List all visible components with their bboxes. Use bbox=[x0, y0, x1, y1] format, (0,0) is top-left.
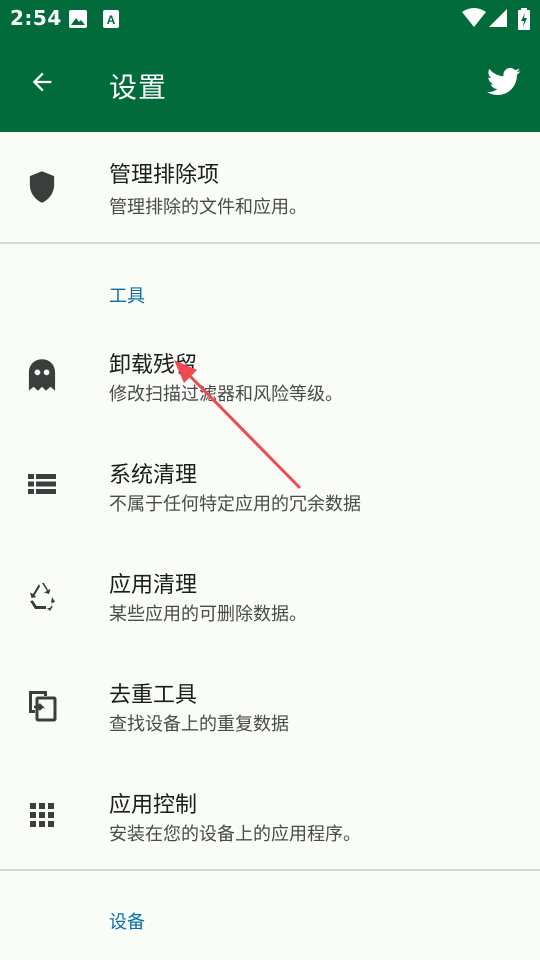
divider bbox=[0, 242, 540, 244]
settings-item-system-cleaner[interactable]: 系统清理 不属于任何特定应用的冗余数据 bbox=[0, 432, 540, 542]
section-header-device: 设备 bbox=[109, 912, 145, 933]
arrow-left-icon bbox=[28, 68, 56, 100]
settings-item-title: 卸载残留 bbox=[109, 353, 198, 378]
wifi-icon bbox=[462, 8, 486, 32]
settings-item-subtitle: 某些应用的可删除数据。 bbox=[109, 604, 307, 625]
settings-item-subtitle: 安装在您的设备上的应用程序。 bbox=[109, 824, 361, 845]
status-bar: 2:54 A bbox=[0, 0, 540, 36]
settings-item-title: 去重工具 bbox=[109, 683, 198, 708]
image-notification-icon bbox=[68, 9, 88, 33]
list-icon bbox=[24, 466, 60, 502]
svg-text:A: A bbox=[107, 13, 116, 27]
settings-item-deduplicator[interactable]: 去重工具 查找设备上的重复数据 bbox=[0, 652, 540, 762]
duplicate-icon bbox=[24, 687, 60, 723]
twitter-button[interactable] bbox=[484, 66, 524, 102]
settings-item-subtitle: 管理排除的文件和应用。 bbox=[109, 197, 307, 218]
settings-item-app-cleaner[interactable]: 应用清理 某些应用的可删除数据。 bbox=[0, 542, 540, 652]
settings-item-subtitle: 查找设备上的重复数据 bbox=[109, 714, 289, 735]
signal-icon bbox=[487, 8, 509, 32]
grid-icon bbox=[24, 797, 60, 833]
settings-item-subtitle: 修改扫描过滤器和风险等级。 bbox=[109, 384, 343, 405]
settings-item-subtitle: 不属于任何特定应用的冗余数据 bbox=[109, 494, 361, 515]
recycle-icon bbox=[24, 578, 60, 614]
settings-item-title: 系统清理 bbox=[109, 463, 198, 488]
page-title: 设置 bbox=[109, 71, 168, 104]
font-notification-icon: A bbox=[102, 9, 120, 33]
settings-item-exclusions[interactable]: 管理排除项 管理排除的文件和应用。 bbox=[0, 132, 540, 242]
ghost-icon bbox=[24, 357, 60, 393]
divider bbox=[0, 869, 540, 871]
section-header-tools: 工具 bbox=[109, 286, 145, 307]
settings-item-title: 应用控制 bbox=[109, 793, 198, 818]
settings-item-title: 管理排除项 bbox=[109, 163, 220, 188]
battery-charging-icon bbox=[518, 8, 530, 34]
status-time: 2:54 bbox=[10, 6, 62, 30]
twitter-icon bbox=[487, 67, 521, 101]
shield-icon bbox=[24, 169, 60, 205]
settings-item-corpse-finder[interactable]: 卸载残留 修改扫描过滤器和风险等级。 bbox=[0, 322, 540, 432]
app-bar: 设置 bbox=[0, 36, 540, 132]
back-button[interactable] bbox=[22, 64, 62, 104]
settings-item-app-control[interactable]: 应用控制 安装在您的设备上的应用程序。 bbox=[0, 762, 540, 872]
settings-item-title: 应用清理 bbox=[109, 573, 198, 598]
